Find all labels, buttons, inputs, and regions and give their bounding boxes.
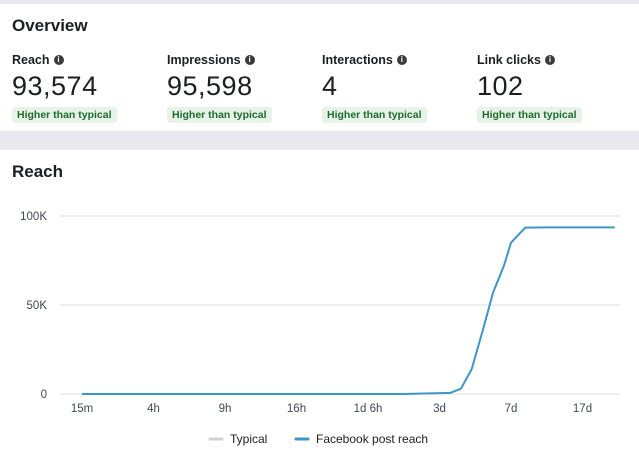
x-tick-label: 7d [505,403,518,415]
overview-title: Overview [12,16,88,35]
metric-value: 4 [322,71,338,101]
metric-label: Impressions [167,53,241,67]
y-tick-label: 50K [27,300,48,312]
legend-label-facebook-post-reach: Facebook post reach [316,432,428,446]
x-tick-label: 3d [433,403,446,415]
x-tick-label: 4h [147,403,160,415]
series-line-facebook-post-reach [82,226,615,395]
info-icon[interactable]: i [244,55,255,65]
status-badge: Higher than typical [477,107,582,123]
metric-interactions: Interactions i 4 Higher than typical [322,52,472,123]
status-badge: Higher than typical [167,107,272,123]
x-tick-label: 1d 6h [354,403,383,415]
reach-card: Reach 0 50K 100K 15m 4h 9h 16h 1d 6h 3d 7d 17d Typi… [0,150,639,455]
metric-value: 102 [477,71,524,101]
metric-label: Reach [12,53,50,67]
info-icon[interactable]: i [396,55,407,65]
x-tick-label: 9h [219,403,232,415]
metric-link-clicks: Link clicks i 102 Higher than typical [477,52,627,123]
overview-card: Overview Reach i 93,574 Higher than typi… [0,4,639,131]
metric-label: Link clicks [477,53,541,67]
metric-value: 93,574 [12,71,98,101]
reach-chart[interactable]: 0 50K 100K 15m 4h 9h 16h 1d 6h 3d 7d 17d Typical Fac… [0,150,639,455]
metric-reach: Reach i 93,574 Higher than typical [12,52,162,123]
info-icon[interactable]: i [53,55,64,65]
metric-value: 95,598 [167,71,253,101]
info-icon[interactable]: i [544,55,555,65]
x-tick-label: 17d [573,403,592,415]
status-badge: Higher than typical [322,107,427,123]
metric-label: Interactions [322,53,393,67]
legend-label-typical: Typical [230,432,267,446]
x-tick-label: 15m [71,403,93,415]
x-tick-label: 16h [287,403,306,415]
y-tick-label: 0 [41,389,47,401]
status-badge: Higher than typical [12,107,117,123]
metric-impressions: Impressions i 95,598 Higher than typical [167,52,317,123]
y-tick-label: 100K [20,211,47,223]
